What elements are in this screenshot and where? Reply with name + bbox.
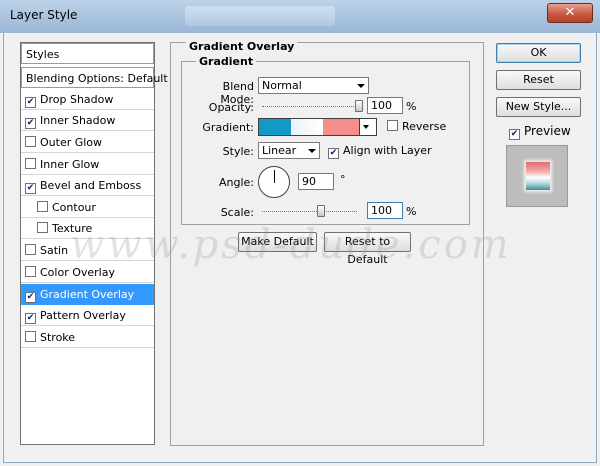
chevron-down-icon — [363, 125, 369, 129]
style-item-label: Bevel and Emboss — [40, 179, 142, 192]
ok-button[interactable]: OK — [496, 43, 581, 63]
style-item-bevel-emboss[interactable]: ✔ Bevel and Emboss — [21, 175, 154, 196]
style-item-label: Pattern Overlay — [40, 309, 126, 322]
blend-mode-select[interactable]: Normal — [258, 77, 369, 94]
style-select[interactable]: Linear — [258, 142, 320, 159]
chevron-down-icon — [357, 84, 365, 88]
style-item-outer-glow[interactable]: Outer Glow — [21, 132, 154, 153]
styles-header[interactable]: Styles — [21, 43, 154, 64]
group-title: Gradient — [196, 55, 257, 68]
background-window-tab — [185, 6, 335, 26]
reverse-checkbox[interactable] — [387, 120, 398, 131]
blending-options-item[interactable]: Blending Options: Default — [21, 67, 168, 88]
style-item-label: Satin — [40, 244, 69, 257]
style-item-drop-shadow[interactable]: ✔ Drop Shadow — [21, 89, 154, 110]
scale-label: Scale: — [220, 206, 254, 219]
watermark: www.psd-dude.com — [70, 222, 512, 268]
reset-button[interactable]: Reset — [496, 70, 581, 90]
style-item-label: Contour — [52, 201, 96, 214]
style-item-contour[interactable]: Contour — [21, 197, 154, 218]
style-item-label: Stroke — [40, 331, 76, 344]
opacity-unit: % — [406, 100, 417, 113]
style-item-inner-glow[interactable]: Inner Glow — [21, 154, 154, 175]
opacity-label: Opacity: — [208, 101, 254, 114]
preview-swatch — [526, 162, 550, 190]
gradient-stop-white — [291, 119, 323, 135]
section-title: Gradient Overlay — [186, 40, 298, 53]
angle-label: Angle: — [218, 176, 254, 189]
checkbox-pattern-overlay[interactable]: ✔ — [25, 313, 36, 324]
close-icon: ✕ — [564, 5, 576, 20]
checkbox-color-overlay[interactable] — [25, 266, 36, 277]
gradient-dropdown[interactable] — [359, 119, 376, 135]
style-item-label: Inner Glow — [40, 158, 100, 171]
checkbox-stroke[interactable] — [25, 331, 36, 342]
checkbox-inner-glow[interactable] — [25, 158, 36, 169]
angle-unit: ° — [340, 173, 346, 186]
style-item-gradient-overlay[interactable]: ✔ Gradient Overlay — [21, 284, 154, 305]
checkbox-outer-glow[interactable] — [25, 136, 36, 147]
scale-slider-track[interactable] — [262, 211, 357, 212]
checkbox-inner-shadow[interactable]: ✔ — [25, 118, 36, 129]
window-title: Layer Style — [10, 8, 78, 22]
styles-header-label: Styles — [26, 48, 60, 61]
checkbox-bevel-emboss[interactable]: ✔ — [25, 183, 36, 194]
gradient-stop-pink — [323, 119, 359, 135]
close-button[interactable]: ✕ — [547, 3, 593, 23]
title-bar: Layer Style ✕ — [0, 0, 600, 33]
checkbox-contour[interactable] — [37, 201, 48, 212]
new-style-button[interactable]: New Style... — [496, 97, 581, 117]
style-item-inner-shadow[interactable]: ✔ Inner Shadow — [21, 110, 154, 131]
style-value: Linear — [262, 144, 297, 157]
scale-unit: % — [406, 205, 417, 218]
scale-slider-handle[interactable] — [317, 205, 325, 217]
style-item-stroke[interactable]: Stroke — [21, 327, 154, 348]
style-item-label: Outer Glow — [40, 136, 103, 149]
preview-checkbox[interactable]: ✔ — [509, 129, 520, 140]
checkbox-gradient-overlay[interactable]: ✔ — [25, 292, 36, 303]
reverse-checkbox-row[interactable]: Reverse — [387, 120, 446, 133]
style-item-label: Drop Shadow — [40, 93, 114, 106]
checkbox-satin[interactable] — [25, 244, 36, 255]
reverse-label: Reverse — [402, 120, 447, 133]
chevron-down-icon — [308, 149, 316, 153]
align-with-layer-label: Align with Layer — [343, 144, 432, 157]
align-with-layer-row[interactable]: ✔ Align with Layer — [328, 144, 432, 159]
angle-needle-icon — [274, 170, 275, 183]
align-with-layer-checkbox[interactable]: ✔ — [328, 148, 339, 159]
angle-input[interactable]: 90 — [298, 173, 334, 190]
style-item-pattern-overlay[interactable]: ✔ Pattern Overlay — [21, 305, 154, 326]
scale-input[interactable]: 100 — [367, 202, 403, 219]
angle-dial[interactable] — [258, 166, 290, 198]
style-label: Style: — [222, 145, 254, 158]
checkbox-texture[interactable] — [37, 222, 48, 233]
style-item-label: Gradient Overlay — [40, 288, 135, 301]
opacity-slider-handle[interactable] — [355, 100, 363, 112]
preview-label: Preview — [524, 124, 571, 138]
opacity-slider-track[interactable] — [262, 106, 362, 107]
gradient-label: Gradient: — [202, 121, 254, 134]
checkbox-drop-shadow[interactable]: ✔ — [25, 97, 36, 108]
style-item-label: Inner Shadow — [40, 114, 116, 127]
blending-options-label: Blending Options: Default — [26, 72, 168, 85]
gradient-picker[interactable] — [258, 118, 377, 136]
preview-row[interactable]: ✔ Preview — [509, 124, 571, 140]
blend-mode-value: Normal — [262, 79, 302, 92]
preview-thumbnail — [506, 145, 568, 207]
opacity-input[interactable]: 100 — [367, 97, 403, 114]
gradient-stop-cyan — [259, 119, 291, 135]
